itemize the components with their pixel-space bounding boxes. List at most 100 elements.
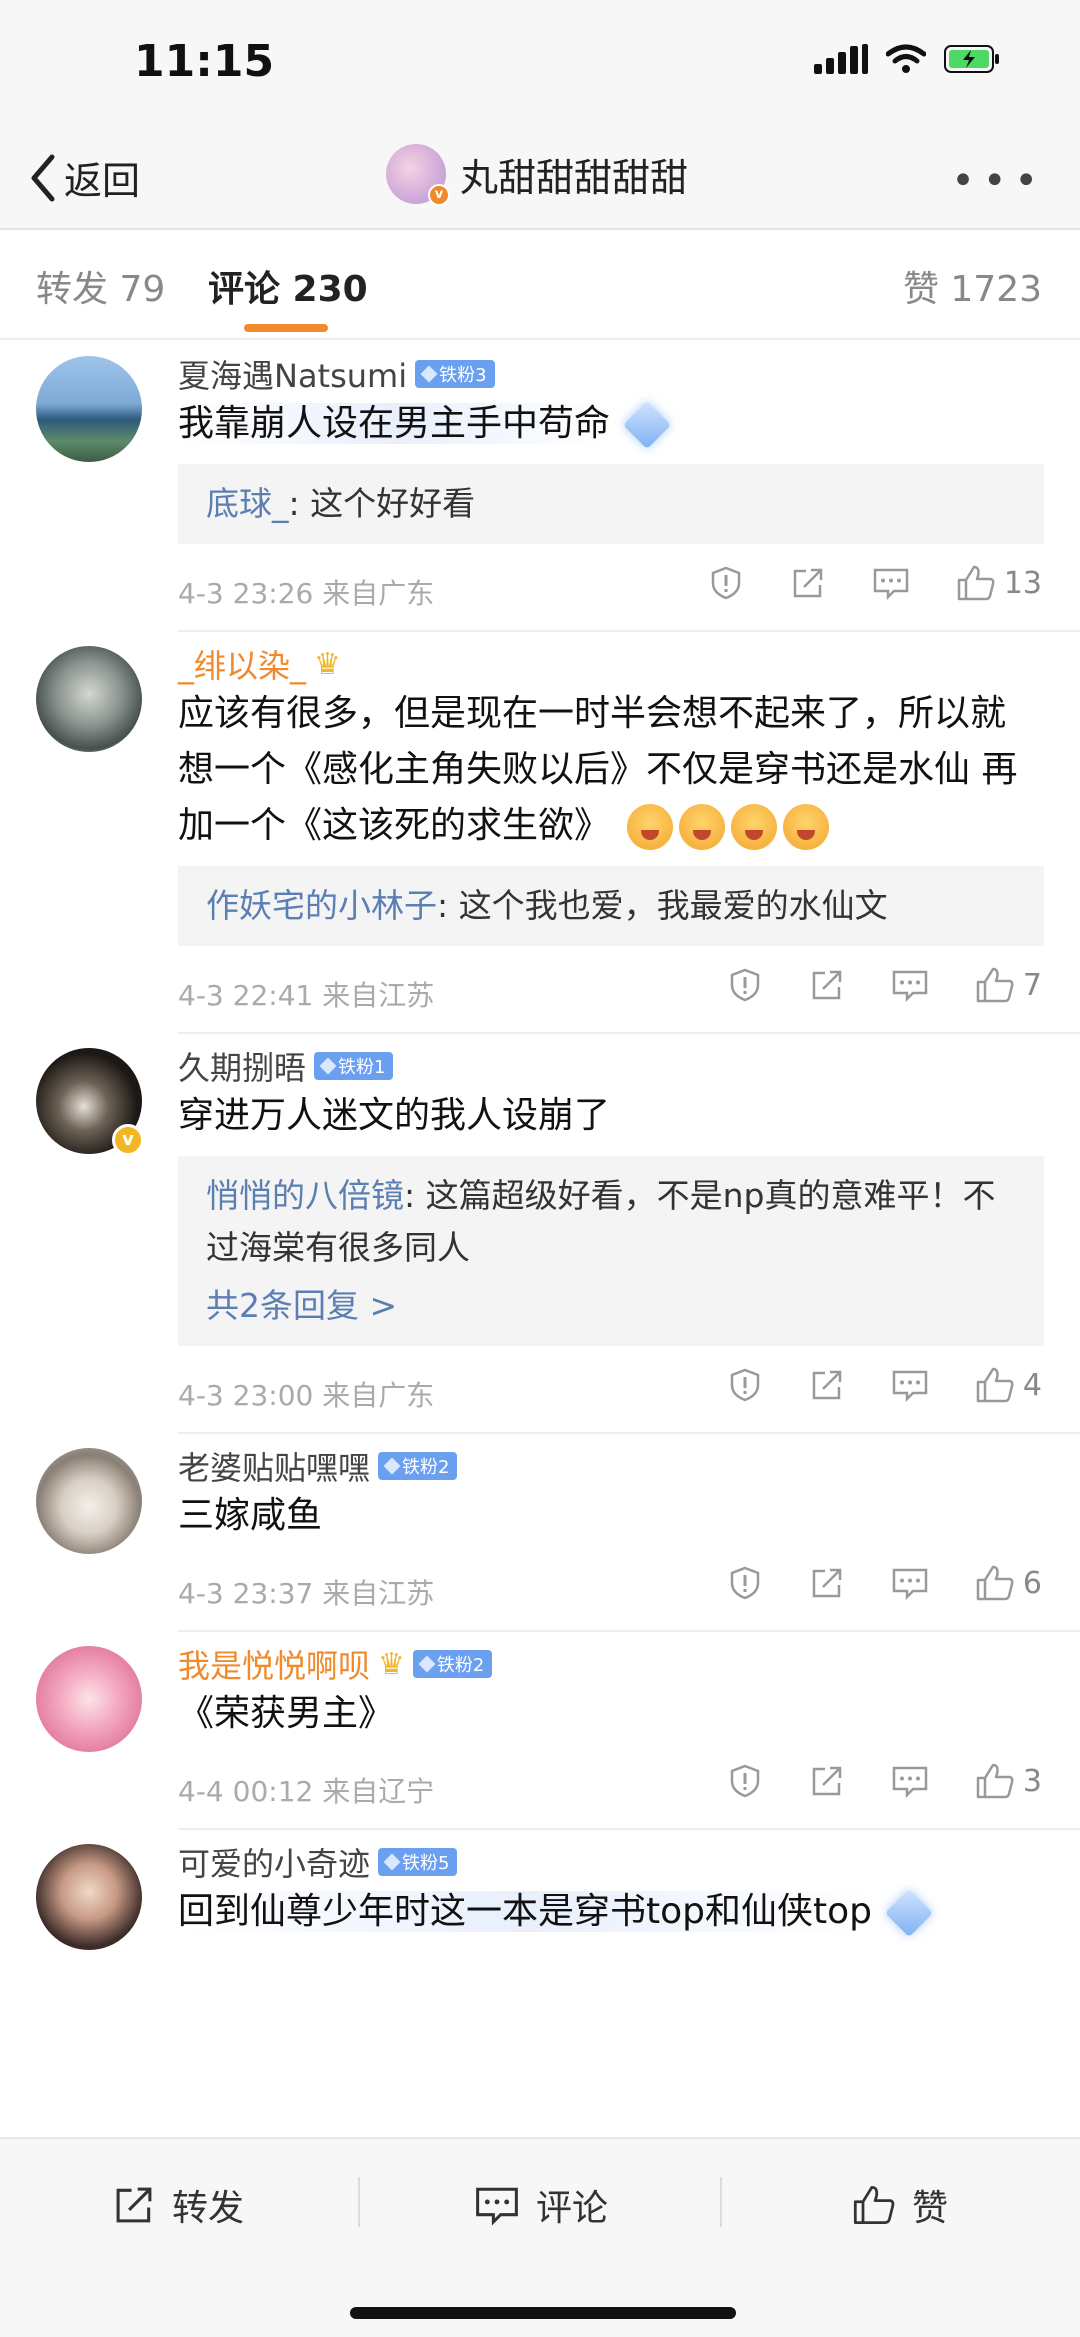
share-icon[interactable] xyxy=(790,565,826,601)
comment-icon[interactable] xyxy=(891,1763,929,1799)
list-item: 老婆贴贴嘿嘿 铁粉2 三嫁咸鱼 4-3 23:37 来自江苏 6 xyxy=(36,1434,1080,1632)
report-icon[interactable] xyxy=(708,565,744,601)
comment-list[interactable]: 夏海遇Natsumi 铁粉3 我靠崩人设在男主手中苟命 底球_: 这个好好看 4… xyxy=(0,342,1080,2137)
crown-icon: ♛ xyxy=(314,646,341,682)
share-icon[interactable] xyxy=(809,1565,845,1601)
username[interactable]: 夏海遇Natsumi 铁粉3 xyxy=(178,342,1080,396)
comment-icon[interactable] xyxy=(872,565,910,601)
reply-user[interactable]: 悄悄的八倍镜 xyxy=(206,1176,404,1215)
crown-icon: ♛ xyxy=(378,1646,405,1682)
status-time: 11:15 xyxy=(134,36,275,87)
like-button[interactable]: 赞 xyxy=(852,2179,948,2231)
avatar[interactable] xyxy=(36,646,142,752)
fan-badge-label: 铁粉2 xyxy=(436,1655,485,1676)
avatar[interactable] xyxy=(36,356,142,462)
comment-meta: 4-4 00:12 来自辽宁 3 xyxy=(178,1742,1080,1828)
wifi-icon xyxy=(886,44,926,73)
share-icon[interactable] xyxy=(809,1367,845,1403)
like-button[interactable]: 13 xyxy=(956,564,1042,602)
diamond-icon xyxy=(383,1457,401,1475)
reply-user[interactable]: 底球_ xyxy=(206,484,289,523)
username-text: 久期捌晤 xyxy=(178,1049,307,1087)
avatar[interactable] xyxy=(36,1646,142,1752)
diamond-icon xyxy=(418,1655,436,1673)
laughing-emoji-icon xyxy=(679,804,726,850)
reply-box[interactable]: 作妖宅的小林子: 这个我也爱，我最爱的水仙文 xyxy=(178,866,1044,946)
avatar[interactable] xyxy=(36,1844,142,1950)
like-icon xyxy=(976,1763,1014,1799)
more-dots-icon[interactable]: ••• xyxy=(951,158,1046,204)
divider xyxy=(358,2177,360,2227)
bottom-action-bar: 转发 评论 赞 xyxy=(0,2137,1080,2337)
share-icon[interactable] xyxy=(809,1763,845,1799)
like-label: 赞 xyxy=(912,2188,949,2229)
fan-badge: 铁粉3 xyxy=(415,360,495,388)
comment-label: 评论 xyxy=(536,2188,609,2229)
repost-button[interactable]: 转发 xyxy=(112,2179,244,2231)
diamond-icon xyxy=(622,400,672,450)
username-text: 老婆贴贴嘿嘿 xyxy=(178,1449,371,1487)
avatar[interactable]: v xyxy=(36,1048,144,1156)
reply-text: : 这个我也爱，我最爱的水仙文 xyxy=(437,886,888,925)
signal-icon xyxy=(814,44,868,74)
like-button[interactable]: 4 xyxy=(975,1366,1042,1404)
like-icon xyxy=(957,565,995,601)
like-count: 7 xyxy=(1022,967,1042,1003)
nav-user[interactable]: v 丸甜甜甜甜甜 xyxy=(386,144,688,206)
report-icon[interactable] xyxy=(727,1565,763,1601)
nav-bar: 返回 v 丸甜甜甜甜甜 ••• xyxy=(0,130,1080,230)
reply-box[interactable]: 底球_: 这个好好看 xyxy=(178,464,1044,544)
report-icon[interactable] xyxy=(727,967,763,1003)
username[interactable]: 老婆贴贴嘿嘿 铁粉2 xyxy=(178,1434,1080,1488)
report-icon[interactable] xyxy=(727,1367,763,1403)
battery-icon xyxy=(944,45,999,73)
like-button[interactable]: 6 xyxy=(975,1564,1042,1602)
username[interactable]: 久期捌晤 铁粉1 xyxy=(178,1034,1080,1088)
like-count: 3 xyxy=(1022,1763,1042,1799)
comment-actions: 4 xyxy=(727,1366,1042,1404)
username[interactable]: 我是悦悦啊呗 ♛ 铁粉2 xyxy=(178,1632,1080,1686)
comment-icon[interactable] xyxy=(891,1367,929,1403)
comment-icon[interactable] xyxy=(891,967,929,1003)
comment-button[interactable]: 评论 xyxy=(474,2179,608,2231)
like-count: 6 xyxy=(1022,1565,1042,1601)
like-button[interactable]: 7 xyxy=(975,966,1042,1004)
comment-text: 三嫁咸鱼 xyxy=(178,1495,323,1536)
like-count: 4 xyxy=(1022,1367,1042,1403)
list-item: 夏海遇Natsumi 铁粉3 我靠崩人设在男主手中苟命 底球_: 这个好好看 4… xyxy=(36,342,1080,632)
reply-box[interactable]: 悄悄的八倍镜: 这篇超级好看，不是np真的意难平！不过海棠有很多同人 共2条回复… xyxy=(178,1156,1044,1346)
avatar[interactable] xyxy=(36,1448,142,1554)
username[interactable]: 可爱的小奇迹 铁粉5 xyxy=(178,1830,1080,1884)
username[interactable]: _绯以染_ ♛ xyxy=(178,632,1080,686)
list-item: 可爱的小奇迹 铁粉5 回到仙尊少年时这一本是穿书top和仙侠top xyxy=(36,1830,1080,1950)
avatar: v xyxy=(386,144,450,206)
comment-meta: 4-3 23:37 来自江苏 6 xyxy=(178,1544,1080,1630)
comment-actions: 7 xyxy=(727,966,1042,1004)
back-button[interactable]: 返回 xyxy=(28,150,140,205)
home-indicator[interactable] xyxy=(350,2307,736,2319)
more-replies-link[interactable]: 共2条回复 > xyxy=(206,1280,1016,1332)
comment-time: 4-3 23:00 来自广东 xyxy=(178,1379,435,1412)
comment-icon[interactable] xyxy=(891,1565,929,1601)
back-label: 返回 xyxy=(64,159,141,203)
comment-actions: 6 xyxy=(727,1564,1042,1602)
repost-label: 转发 xyxy=(172,2188,245,2229)
like-icon xyxy=(976,967,1014,1003)
comment-actions: 3 xyxy=(727,1762,1042,1800)
laughing-emoji-icon xyxy=(731,804,778,850)
fan-badge: 铁粉2 xyxy=(412,1650,493,1678)
tab-repost[interactable]: 转发 79 xyxy=(36,260,165,312)
tab-like[interactable]: 赞 1723 xyxy=(903,260,1042,312)
comment-time: 4-4 00:12 来自辽宁 xyxy=(178,1775,435,1808)
reply-text: : 这个好好看 xyxy=(288,484,476,523)
list-item: 我是悦悦啊呗 ♛ 铁粉2 《荣获男主》 4-4 00:12 来自辽宁 3 xyxy=(36,1632,1080,1830)
comment-time: 4-3 23:26 来自广东 xyxy=(178,577,435,610)
share-icon[interactable] xyxy=(809,967,845,1003)
like-icon xyxy=(976,1565,1014,1601)
like-button[interactable]: 3 xyxy=(975,1762,1042,1800)
report-icon[interactable] xyxy=(727,1763,763,1799)
status-bar: 11:15 xyxy=(0,0,1080,130)
tab-comment[interactable]: 评论 230 xyxy=(208,260,368,312)
fan-badge-label: 铁粉1 xyxy=(338,1057,386,1078)
reply-user[interactable]: 作妖宅的小林子 xyxy=(206,886,437,925)
